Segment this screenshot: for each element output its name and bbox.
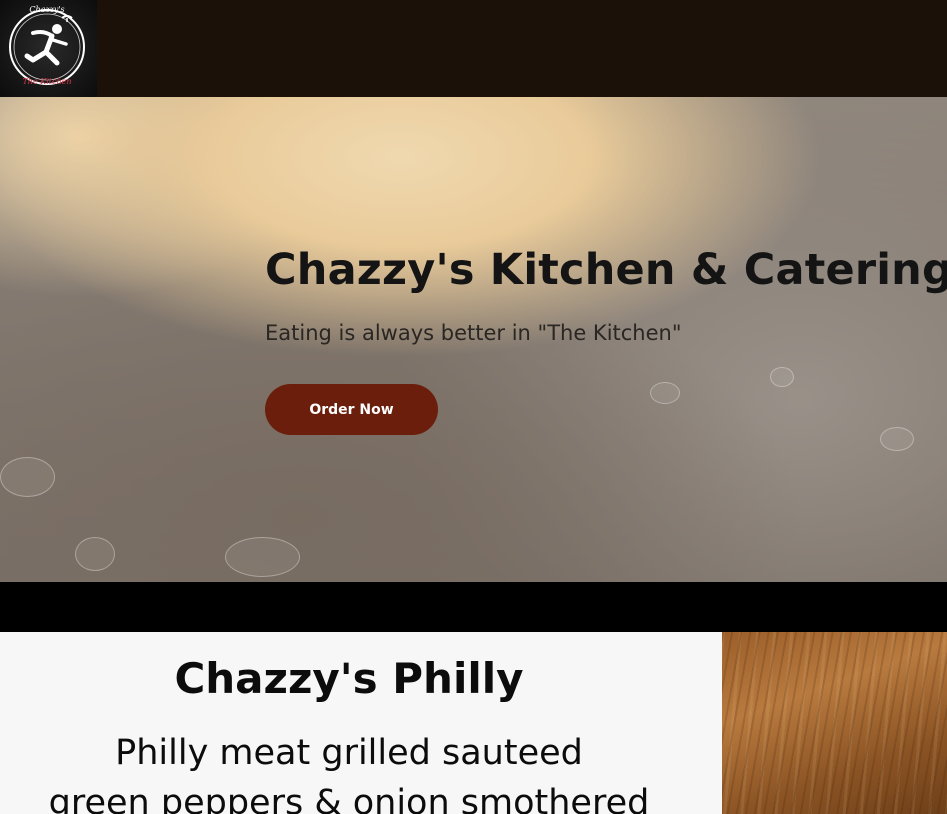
svg-text:Chazzy's: Chazzy's	[29, 5, 64, 14]
site-header: Chazzy's The Kitchen	[0, 0, 947, 97]
menu-item-description-line: green peppers & onion smothered	[48, 783, 650, 814]
hero-title: Chazzy's Kitchen & Catering	[265, 245, 947, 295]
order-now-button[interactable]: Order Now	[265, 384, 438, 435]
section-divider	[0, 582, 947, 632]
chef-running-logo-icon: Chazzy's The Kitchen	[9, 5, 85, 86]
menu-item-photo	[722, 632, 947, 814]
hero-subtitle: Eating is always better in "The Kitchen"	[265, 321, 682, 345]
menu-item-title: Chazzy's Philly	[174, 654, 524, 703]
hero-banner: Chazzy's Kitchen & Catering Eating is al…	[0, 97, 947, 582]
menu-item-description: Philly meat grilled sauteed green pepper…	[0, 728, 698, 814]
svg-text:The Kitchen: The Kitchen	[22, 77, 71, 86]
menu-item-description-line: Philly meat grilled sauteed	[115, 733, 583, 773]
menu-item-card: Chazzy's Philly Philly meat grilled saut…	[0, 632, 722, 814]
brand-logo[interactable]: Chazzy's The Kitchen	[0, 0, 97, 97]
